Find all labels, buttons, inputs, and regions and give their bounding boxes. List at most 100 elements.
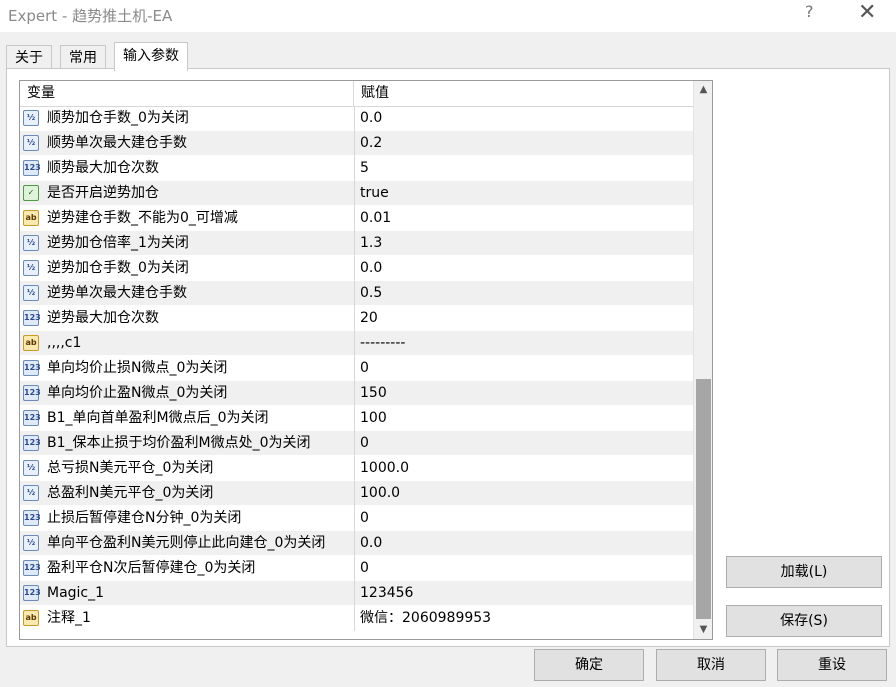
value-cell[interactable]: ---------: [360, 331, 405, 356]
string-type-icon: ab: [23, 210, 39, 226]
variable-cell: 123 B1_保本止损于均价盈利M微点处_0为关闭: [20, 431, 355, 456]
double-type-icon: ½: [23, 110, 39, 126]
table-row[interactable]: 123 Magic_1 123456: [20, 581, 694, 606]
grid-header: 变量 赋值: [20, 81, 694, 107]
value-cell[interactable]: 0: [360, 431, 369, 456]
variable-name: 是否开启逆势加仓: [47, 185, 159, 201]
value-cell[interactable]: 0.5: [360, 281, 382, 306]
value-cell[interactable]: 1000.0: [360, 456, 409, 481]
variable-name: ,,,,c1: [47, 335, 82, 351]
variable-cell: 123 顺势最大加仓次数: [20, 156, 355, 181]
close-icon[interactable]: ✕: [858, 0, 878, 25]
table-row[interactable]: 123 B1_单向首单盈利M微点后_0为关闭 100: [20, 406, 694, 431]
table-row[interactable]: ab 注释_1 微信：2060989953: [20, 606, 694, 631]
table-row[interactable]: 123 顺势最大加仓次数 5: [20, 156, 694, 181]
vertical-scrollbar[interactable]: ▲ ▼: [693, 81, 712, 639]
value-cell[interactable]: 0: [360, 356, 369, 381]
value-cell[interactable]: 100.0: [360, 481, 400, 506]
table-row[interactable]: ½ 总亏损N美元平仓_0为关闭 1000.0: [20, 456, 694, 481]
value-cell[interactable]: 100: [360, 406, 387, 431]
value-cell[interactable]: 5: [360, 156, 369, 181]
table-row[interactable]: 123 单向均价止盈N微点_0为关闭 150: [20, 381, 694, 406]
table-row[interactable]: ½ 顺势加仓手数_0为关闭 0.0: [20, 106, 694, 131]
variable-cell: ½ 逆势加仓倍率_1为关闭: [20, 231, 355, 256]
tab-strip: 关于 常用 输入参数: [6, 42, 890, 71]
variable-cell: ab 逆势建仓手数_不能为0_可增减: [20, 206, 355, 231]
int-type-icon: 123: [23, 510, 41, 526]
value-cell[interactable]: 0.2: [360, 131, 382, 156]
variable-cell: ½ 顺势加仓手数_0为关闭: [20, 106, 355, 131]
table-row[interactable]: ½ 逆势加仓手数_0为关闭 0.0: [20, 256, 694, 281]
variable-name: 总盈利N美元平仓_0为关闭: [47, 485, 214, 501]
variable-column-header[interactable]: 变量: [20, 81, 354, 106]
variable-cell: ½ 总盈利N美元平仓_0为关闭: [20, 481, 355, 506]
table-row[interactable]: 123 单向均价止损N微点_0为关闭 0: [20, 356, 694, 381]
string-type-icon: ab: [23, 610, 39, 626]
value-cell[interactable]: 0.01: [360, 206, 391, 231]
value-cell[interactable]: 123456: [360, 581, 413, 606]
variable-cell: ½ 单向平仓盈利N美元则停止此向建仓_0为关闭: [20, 531, 355, 556]
variable-cell: ½ 总亏损N美元平仓_0为关闭: [20, 456, 355, 481]
variable-name: 逆势单次最大建仓手数: [47, 285, 187, 301]
table-row[interactable]: ½ 逆势单次最大建仓手数 0.5: [20, 281, 694, 306]
double-type-icon: ½: [23, 260, 39, 276]
table-row[interactable]: 123 盈利平仓N次后暂停建仓_0为关闭 0: [20, 556, 694, 581]
int-type-icon: 123: [23, 435, 41, 451]
value-cell[interactable]: 0.0: [360, 106, 382, 131]
table-row[interactable]: ½ 顺势单次最大建仓手数 0.2: [20, 131, 694, 156]
variable-cell: ab ,,,,c1: [20, 331, 355, 356]
table-row[interactable]: 123 逆势最大加仓次数 20: [20, 306, 694, 331]
table-row[interactable]: ½ 单向平仓盈利N美元则停止此向建仓_0为关闭 0.0: [20, 531, 694, 556]
tab-inputs[interactable]: 输入参数: [114, 42, 188, 71]
table-row[interactable]: 123 B1_保本止损于均价盈利M微点处_0为关闭 0: [20, 431, 694, 456]
tab-about[interactable]: 关于: [6, 45, 52, 70]
tab-common[interactable]: 常用: [60, 45, 106, 70]
value-cell[interactable]: 0: [360, 506, 369, 531]
load-button[interactable]: 加载(L): [726, 556, 882, 588]
value-cell[interactable]: 0.0: [360, 256, 382, 281]
value-cell[interactable]: 20: [360, 306, 378, 331]
variable-name: 盈利平仓N次后暂停建仓_0为关闭: [47, 560, 256, 576]
int-type-icon: 123: [23, 585, 41, 601]
double-type-icon: ½: [23, 485, 39, 501]
help-icon[interactable]: ?: [805, 2, 819, 21]
double-type-icon: ½: [23, 135, 39, 151]
value-cell[interactable]: 1.3: [360, 231, 382, 256]
table-row[interactable]: 123 止损后暂停建仓N分钟_0为关闭 0: [20, 506, 694, 531]
variable-cell: 123 盈利平仓N次后暂停建仓_0为关闭: [20, 556, 355, 581]
cancel-button[interactable]: 取消: [656, 649, 766, 681]
variable-cell: 123 B1_单向首单盈利M微点后_0为关闭: [20, 406, 355, 431]
variable-cell: 123 单向均价止盈N微点_0为关闭: [20, 381, 355, 406]
value-column-header[interactable]: 赋值: [355, 81, 389, 106]
table-row[interactable]: ½ 逆势加仓倍率_1为关闭 1.3: [20, 231, 694, 256]
int-type-icon: 123: [23, 385, 41, 401]
int-type-icon: 123: [23, 410, 41, 426]
table-row[interactable]: ✓ 是否开启逆势加仓 true: [20, 181, 694, 206]
variable-name: 逆势最大加仓次数: [47, 310, 159, 326]
value-cell[interactable]: true: [360, 181, 389, 206]
table-row[interactable]: ab 逆势建仓手数_不能为0_可增减 0.01: [20, 206, 694, 231]
variable-name: 逆势加仓倍率_1为关闭: [47, 235, 189, 251]
variable-cell: ½ 顺势单次最大建仓手数: [20, 131, 355, 156]
save-button[interactable]: 保存(S): [726, 605, 882, 637]
variable-cell: 123 Magic_1: [20, 581, 355, 606]
value-cell[interactable]: 0: [360, 556, 369, 581]
variable-name: 单向平仓盈利N美元则停止此向建仓_0为关闭: [47, 535, 326, 551]
value-cell[interactable]: 150: [360, 381, 387, 406]
value-cell[interactable]: 微信：2060989953: [360, 606, 491, 631]
scroll-thumb[interactable]: [696, 379, 711, 619]
scroll-down-icon[interactable]: ▼: [694, 621, 712, 639]
variable-cell: ✓ 是否开启逆势加仓: [20, 181, 355, 206]
variable-cell: 123 止损后暂停建仓N分钟_0为关闭: [20, 506, 355, 531]
variable-name: B1_保本止损于均价盈利M微点处_0为关闭: [47, 435, 311, 451]
double-type-icon: ½: [23, 535, 39, 551]
int-type-icon: 123: [23, 560, 41, 576]
table-row[interactable]: ½ 总盈利N美元平仓_0为关闭 100.0: [20, 481, 694, 506]
ok-button[interactable]: 确定: [534, 649, 644, 681]
scroll-up-icon[interactable]: ▲: [694, 81, 712, 99]
variable-name: 顺势加仓手数_0为关闭: [47, 110, 189, 126]
reset-button[interactable]: 重设: [777, 649, 887, 681]
value-cell[interactable]: 0.0: [360, 531, 382, 556]
table-row[interactable]: ab ,,,,c1 ---------: [20, 331, 694, 356]
variable-name: B1_单向首单盈利M微点后_0为关闭: [47, 410, 269, 426]
